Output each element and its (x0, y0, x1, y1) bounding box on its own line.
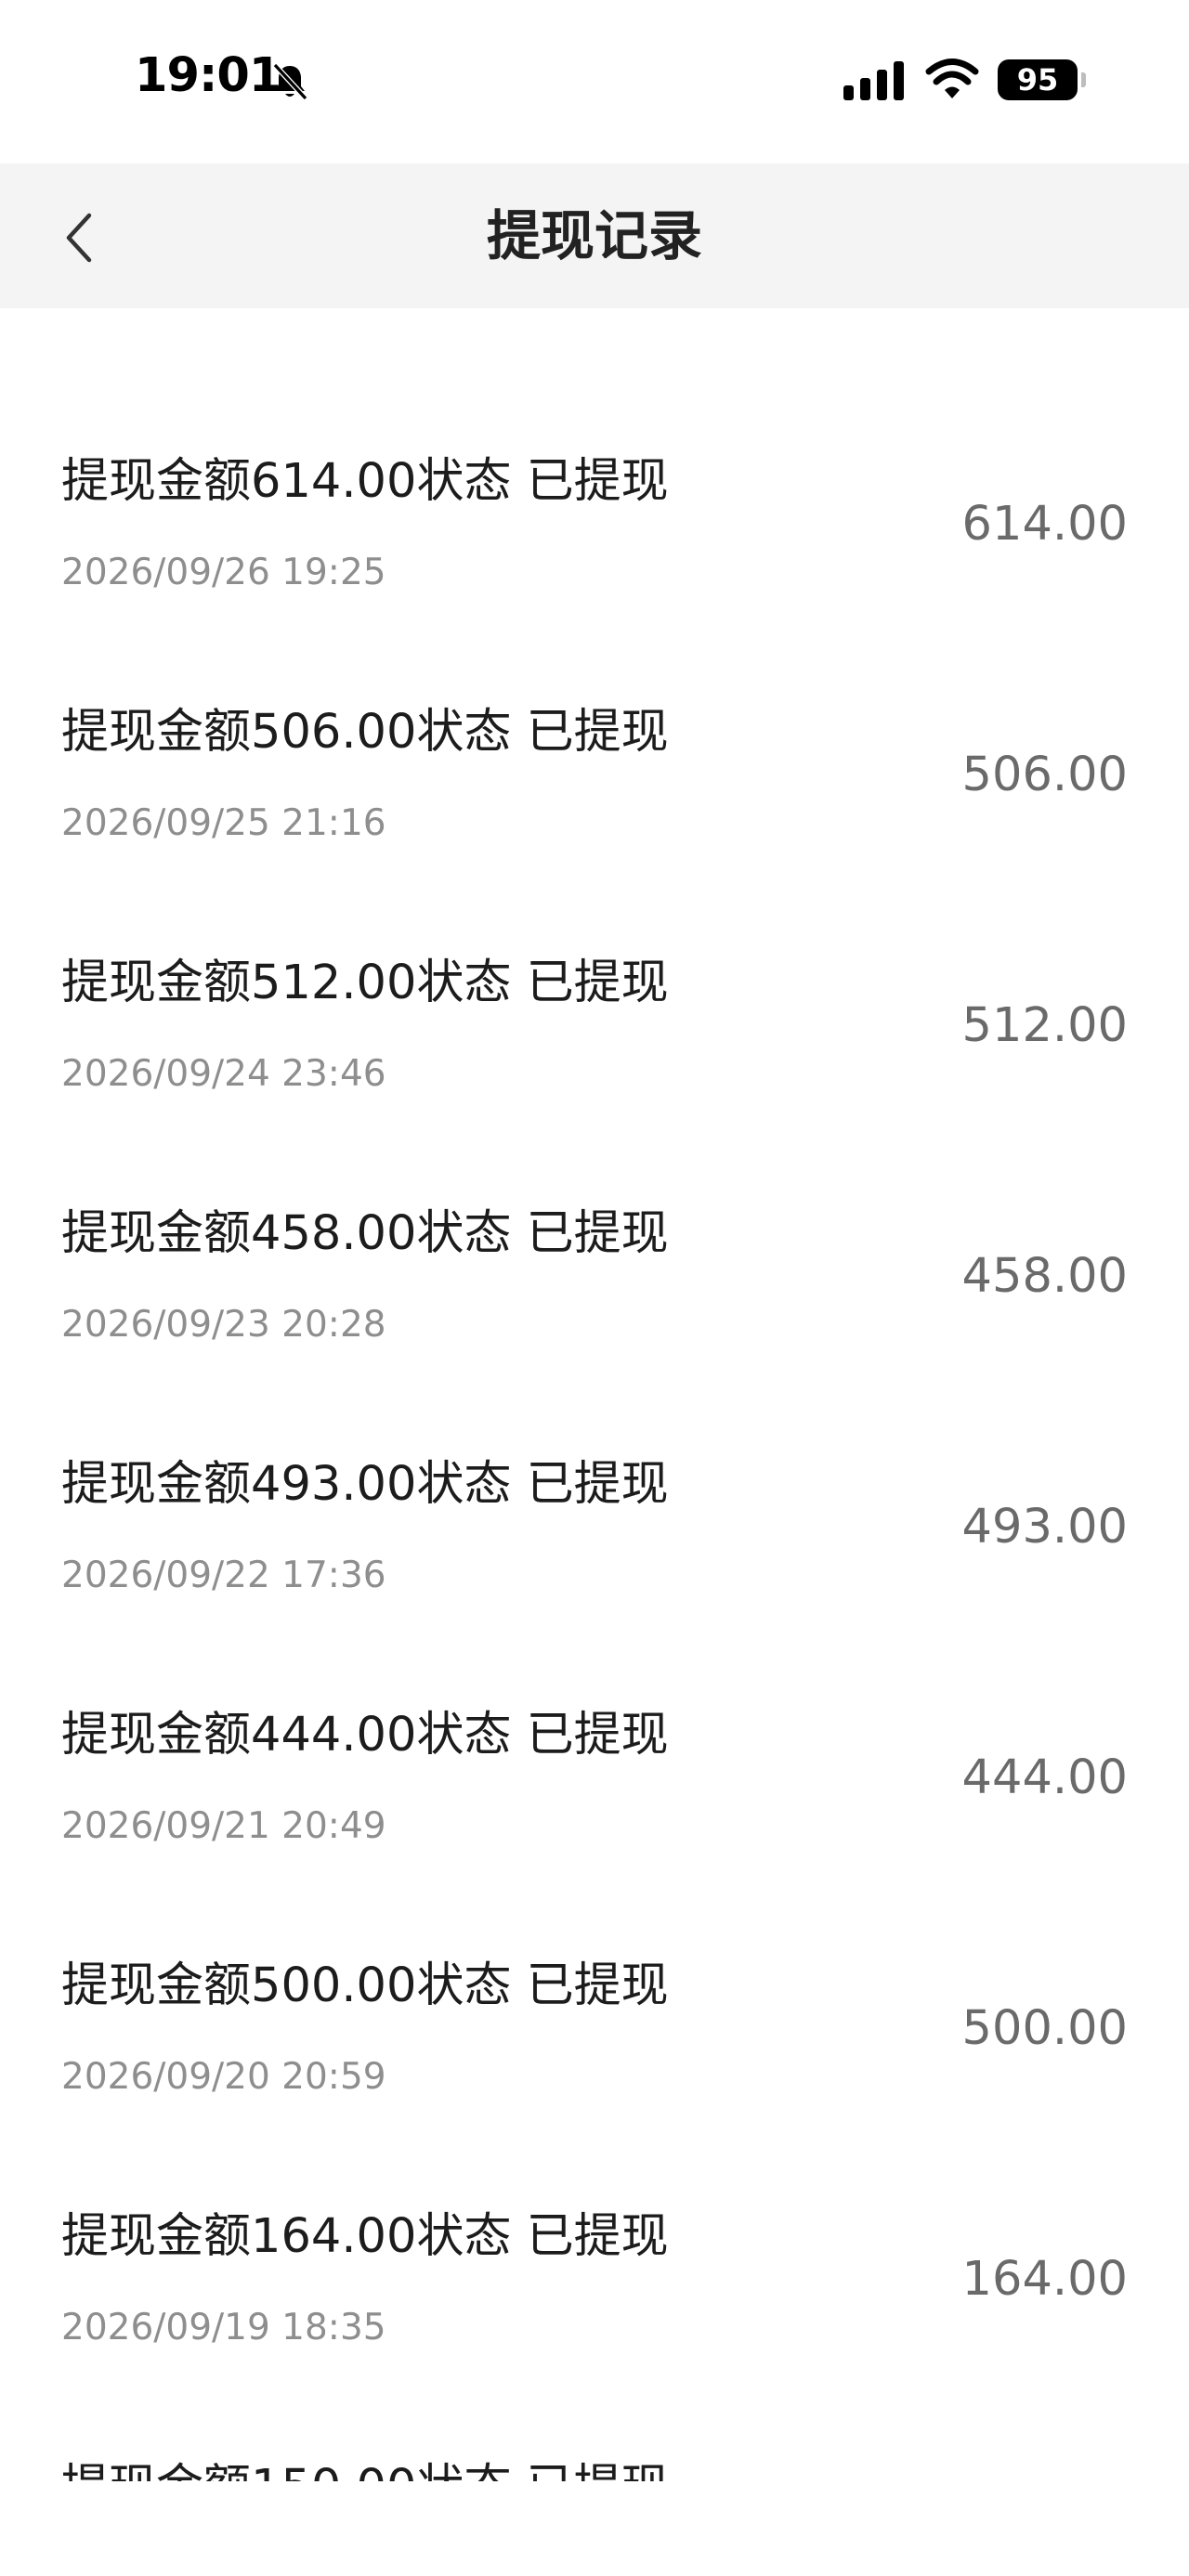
record-title: 提现金额614.00状态 已提现 (61, 454, 669, 509)
record-item[interactable]: 提现金额150.00状态 已提现 (0, 2407, 1189, 2481)
record-amount: 614.00 (961, 497, 1128, 552)
record-amount: 493.00 (961, 1500, 1128, 1555)
record-time: 2026/09/22 17:36 (61, 1555, 386, 1596)
withdrawal-record-list[interactable]: 提现金额614.00状态 已提现 2026/09/26 19:25 614.00… (0, 401, 1189, 2481)
record-time: 2026/09/19 18:35 (61, 2307, 386, 2348)
record-item[interactable]: 提现金额444.00状态 已提现 2026/09/21 20:49 444.00 (0, 1655, 1189, 1906)
battery-cap (1081, 72, 1086, 87)
record-title: 提现金额444.00状态 已提现 (61, 1708, 669, 1763)
cellular-signal-icon (843, 61, 904, 100)
record-amount: 506.00 (961, 748, 1128, 802)
wifi-icon (925, 59, 979, 98)
record-amount: 512.00 (961, 998, 1128, 1053)
record-title: 提现金额493.00状态 已提现 (61, 1457, 669, 1512)
record-time: 2026/09/23 20:28 (61, 1304, 386, 1346)
record-item[interactable]: 提现金额512.00状态 已提现 2026/09/24 23:46 512.00 (0, 903, 1189, 1153)
bottom-safe-area (0, 2481, 1189, 2576)
record-time: 2026/09/21 20:49 (61, 1805, 386, 1847)
record-title: 提现金额150.00状态 已提现 (61, 2455, 669, 2481)
record-time: 2026/09/20 20:59 (61, 2056, 386, 2098)
record-amount: 444.00 (961, 1750, 1128, 1805)
record-title: 提现金额506.00状态 已提现 (61, 705, 669, 760)
record-item[interactable]: 提现金额500.00状态 已提现 2026/09/20 20:59 500.00 (0, 1906, 1189, 2156)
record-title: 提现金额458.00状态 已提现 (61, 1206, 669, 1261)
record-item[interactable]: 提现金额493.00状态 已提现 2026/09/22 17:36 493.00 (0, 1404, 1189, 1655)
record-title: 提现金额500.00状态 已提现 (61, 1958, 669, 2013)
record-item[interactable]: 提现金额614.00状态 已提现 2026/09/26 19:25 614.00 (0, 401, 1189, 652)
record-amount: 458.00 (961, 1249, 1128, 1304)
battery-level: 95 (1016, 62, 1059, 98)
record-time: 2026/09/25 21:16 (61, 802, 386, 844)
record-title: 提现金额164.00状态 已提现 (61, 2209, 669, 2264)
record-time: 2026/09/26 19:25 (61, 552, 386, 593)
page-title: 提现记录 (486, 204, 702, 267)
record-item[interactable]: 提现金额458.00状态 已提现 2026/09/23 20:28 458.00 (0, 1153, 1189, 1404)
status-bar: 19:01 95 (0, 0, 1189, 163)
nav-bar: 提现记录 (0, 163, 1189, 308)
record-amount: 500.00 (961, 2001, 1128, 2056)
record-item[interactable]: 提现金额164.00状态 已提现 2026/09/19 18:35 164.00 (0, 2156, 1189, 2407)
record-time: 2026/09/24 23:46 (61, 1053, 386, 1095)
battery-icon: 95 (998, 59, 1087, 100)
record-title: 提现金额512.00状态 已提现 (61, 956, 669, 1010)
bell-slash-icon (272, 62, 308, 101)
record-amount: 164.00 (961, 2252, 1128, 2307)
record-item[interactable]: 提现金额506.00状态 已提现 2026/09/25 21:16 506.00 (0, 652, 1189, 903)
status-time: 19:01 (135, 48, 281, 103)
